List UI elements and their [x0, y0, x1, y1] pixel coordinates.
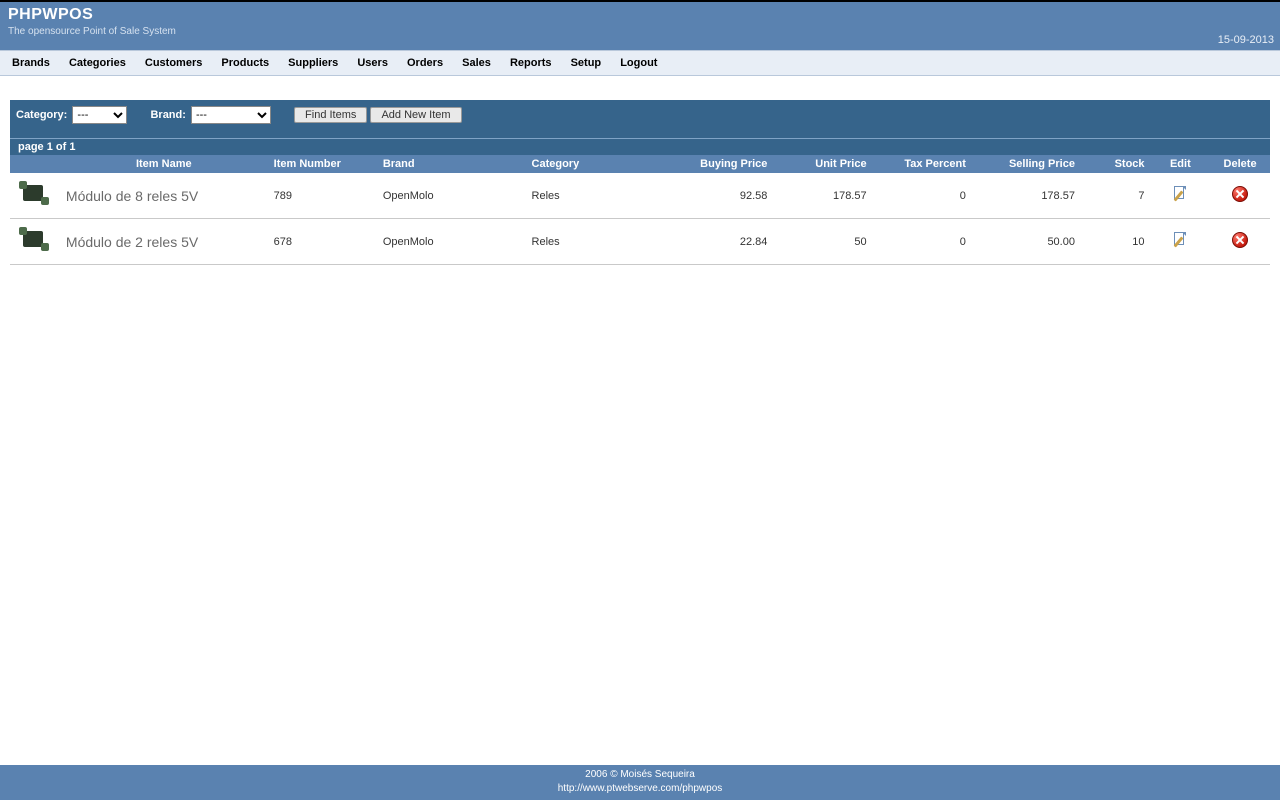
- col-brand: Brand: [377, 155, 526, 173]
- cell-item-number: 789: [268, 173, 377, 219]
- brand-label: Brand:: [150, 109, 185, 121]
- edit-icon: [1172, 186, 1188, 202]
- col-item-name: Item Name: [60, 155, 268, 173]
- col-delete: Delete: [1210, 155, 1270, 173]
- cell-item-name[interactable]: Módulo de 2 reles 5V: [66, 234, 198, 250]
- category-label: Category:: [16, 109, 67, 121]
- find-items-button[interactable]: Find Items: [294, 107, 367, 123]
- nav-categories[interactable]: Categories: [61, 55, 134, 71]
- col-stock: Stock: [1081, 155, 1151, 173]
- pagination-info: page 1 of 1: [10, 138, 1270, 155]
- col-buying-price: Buying Price: [664, 155, 773, 173]
- table-row: Módulo de 2 reles 5V 678 OpenMolo Reles …: [10, 219, 1270, 265]
- cell-category: Reles: [526, 219, 665, 265]
- nav-products[interactable]: Products: [213, 55, 277, 71]
- main-nav: Brands Categories Customers Products Sup…: [0, 50, 1280, 76]
- edit-icon: [1172, 232, 1188, 248]
- col-item-number: Item Number: [268, 155, 377, 173]
- delete-icon: [1232, 186, 1248, 202]
- nav-orders[interactable]: Orders: [399, 55, 451, 71]
- add-new-item-button[interactable]: Add New Item: [370, 107, 461, 123]
- cell-stock: 7: [1081, 173, 1151, 219]
- delete-icon: [1232, 232, 1248, 248]
- cell-unit-price: 178.57: [773, 173, 872, 219]
- cell-item-name[interactable]: Módulo de 8 reles 5V: [66, 188, 198, 204]
- footer-link[interactable]: http://www.ptwebserve.com/phpwpos: [558, 783, 723, 794]
- category-select[interactable]: ---: [72, 106, 127, 124]
- nav-sales[interactable]: Sales: [454, 55, 499, 71]
- nav-brands[interactable]: Brands: [4, 55, 58, 71]
- nav-customers[interactable]: Customers: [137, 55, 210, 71]
- cell-category: Reles: [526, 173, 665, 219]
- app-title: PHPWPOS: [8, 6, 1272, 24]
- footer-copyright: 2006 © Moisés Sequeira: [0, 768, 1280, 782]
- cell-item-number: 678: [268, 219, 377, 265]
- nav-reports[interactable]: Reports: [502, 55, 560, 71]
- cell-tax-percent: 0: [873, 173, 972, 219]
- cell-buying-price: 22.84: [664, 219, 773, 265]
- nav-logout[interactable]: Logout: [612, 55, 665, 71]
- col-selling-price: Selling Price: [972, 155, 1081, 173]
- cell-selling-price: 50.00: [972, 219, 1081, 265]
- delete-button[interactable]: [1232, 193, 1248, 205]
- cell-selling-price: 178.57: [972, 173, 1081, 219]
- header-date: 15-09-2013: [1218, 34, 1274, 46]
- product-thumb-icon: [19, 179, 51, 209]
- cell-brand: OpenMolo: [377, 219, 526, 265]
- items-table: Item Name Item Number Brand Category Buy…: [10, 155, 1270, 265]
- nav-users[interactable]: Users: [349, 55, 396, 71]
- nav-setup[interactable]: Setup: [563, 55, 610, 71]
- col-unit-price: Unit Price: [773, 155, 872, 173]
- edit-button[interactable]: [1172, 193, 1188, 205]
- col-tax-percent: Tax Percent: [873, 155, 972, 173]
- cell-buying-price: 92.58: [664, 173, 773, 219]
- nav-suppliers[interactable]: Suppliers: [280, 55, 346, 71]
- app-subtitle: The opensource Point of Sale System: [8, 26, 1272, 37]
- cell-tax-percent: 0: [873, 219, 972, 265]
- footer: 2006 © Moisés Sequeira http://www.ptwebs…: [0, 765, 1280, 800]
- cell-brand: OpenMolo: [377, 173, 526, 219]
- product-thumb-icon: [19, 225, 51, 255]
- table-row: Módulo de 8 reles 5V 789 OpenMolo Reles …: [10, 173, 1270, 219]
- edit-button[interactable]: [1172, 239, 1188, 251]
- cell-stock: 10: [1081, 219, 1151, 265]
- brand-select[interactable]: ---: [191, 106, 271, 124]
- filter-bar: Category: --- Brand: --- Find Items Add …: [10, 100, 1270, 138]
- col-thumb: [10, 155, 60, 173]
- cell-unit-price: 50: [773, 219, 872, 265]
- col-edit: Edit: [1151, 155, 1211, 173]
- app-header: PHPWPOS The opensource Point of Sale Sys…: [0, 2, 1280, 50]
- delete-button[interactable]: [1232, 239, 1248, 251]
- col-category: Category: [526, 155, 665, 173]
